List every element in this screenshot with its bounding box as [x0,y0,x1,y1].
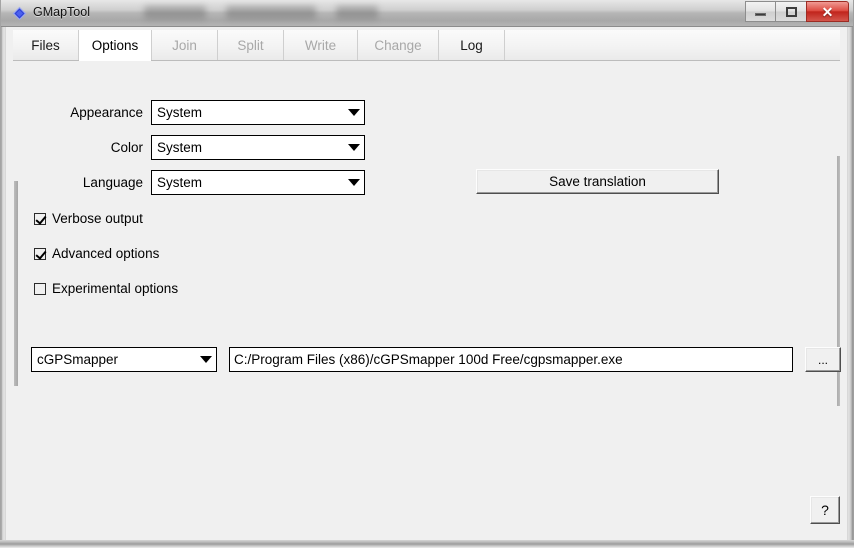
language-label: Language [43,175,143,190]
language-dropdown[interactable]: System [151,170,365,195]
tab-log[interactable]: Log [439,30,505,60]
tab-options[interactable]: Options [78,30,152,60]
advanced-options-checkbox[interactable] [34,248,46,260]
tab-join: Join [152,30,218,60]
application-window: GMapTool ✕ Files Options Join Split Writ… [0,0,854,548]
help-button[interactable]: ? [810,496,840,524]
tool-dropdown[interactable]: cGPSmapper [31,347,217,372]
panel-scroll-strip-left[interactable] [13,61,18,533]
browse-button[interactable]: ... [805,347,841,372]
maximize-button[interactable] [775,1,806,22]
tab-change: Change [358,30,439,60]
chevron-down-icon[interactable] [344,171,364,194]
minimize-icon [755,13,766,16]
tab-bar: Files Options Join Split Write Change Lo… [13,30,840,61]
appearance-label: Appearance [43,105,143,120]
title-redacted-text-1 [144,6,206,19]
verbose-output-checkbox-row[interactable]: Verbose output [34,211,143,226]
verbose-output-label: Verbose output [52,211,143,226]
experimental-options-checkbox[interactable] [34,283,46,295]
chevron-down-icon[interactable] [344,136,364,159]
close-button[interactable]: ✕ [806,1,849,22]
chevron-down-icon[interactable] [344,101,364,124]
tool-path-input[interactable]: C:/Program Files (x86)/cGPSmapper 100d F… [229,347,793,372]
tab-bar-filler [505,30,840,60]
window-border-bottom [0,540,854,548]
window-title: GMapTool [33,5,90,19]
minimize-button[interactable] [745,1,775,22]
verbose-output-checkbox[interactable] [34,213,46,225]
panel-scroll-strip-right[interactable] [836,61,840,533]
tool-selected-value: cGPSmapper [32,352,196,367]
tab-split: Split [218,30,284,60]
appearance-dropdown[interactable]: System [151,100,365,125]
appearance-value: System [152,105,344,120]
advanced-options-label: Advanced options [52,246,159,261]
color-value: System [152,140,344,155]
client-area: Files Options Join Split Write Change Lo… [6,27,847,540]
color-dropdown[interactable]: System [151,135,365,160]
title-bar[interactable]: GMapTool ✕ [1,0,853,27]
panel-scroll-thumb-left[interactable] [14,181,18,386]
tab-files[interactable]: Files [13,30,79,60]
diamond-icon [12,6,27,21]
save-translation-button[interactable]: Save translation [476,169,719,194]
advanced-options-checkbox-row[interactable]: Advanced options [34,246,159,261]
tab-write: Write [284,30,358,60]
experimental-options-label: Experimental options [52,281,178,296]
window-border-right [847,0,854,541]
title-redacted-text-2 [226,6,316,19]
maximize-icon [786,7,797,17]
chevron-down-icon[interactable] [196,348,216,371]
color-label: Color [43,140,143,155]
experimental-options-checkbox-row[interactable]: Experimental options [34,281,178,296]
close-icon: ✕ [822,5,834,19]
title-redacted-text-3 [336,6,378,19]
language-value: System [152,175,344,190]
options-panel: Appearance System Color System Language … [13,61,840,533]
